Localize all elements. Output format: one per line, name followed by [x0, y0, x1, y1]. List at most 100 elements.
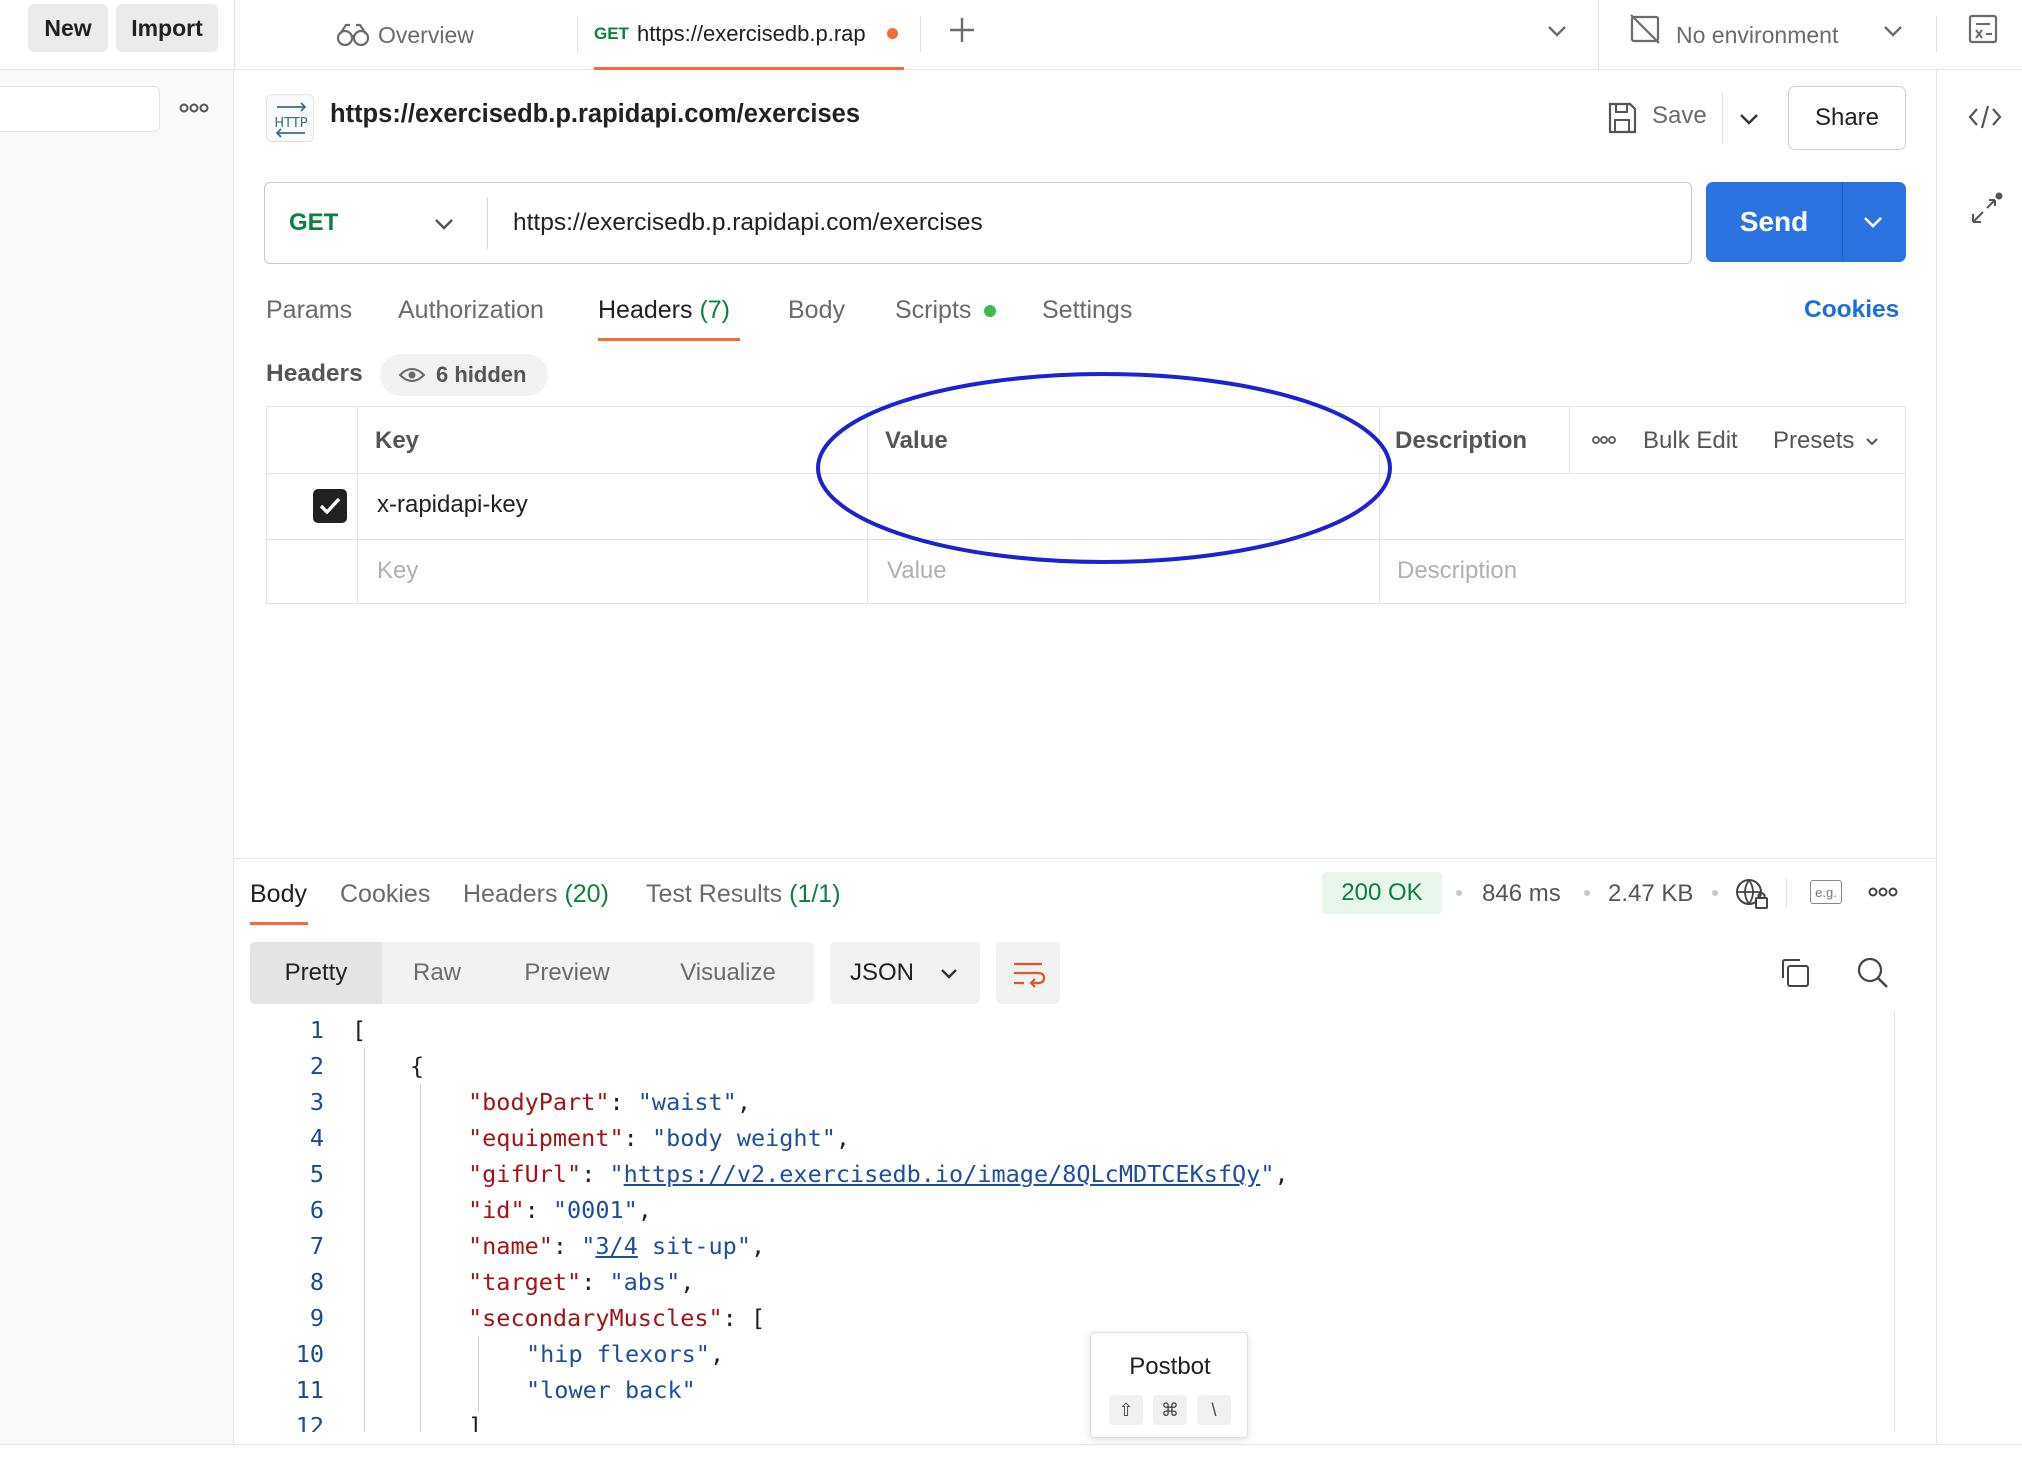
response-tab-headers[interactable]: Headers (20) — [463, 880, 609, 909]
json-value: "hip flexors" — [526, 1340, 710, 1368]
code-scrollbar[interactable] — [1894, 1012, 1916, 1432]
tab-request-active[interactable]: GET https://exercisedb.p.rap — [594, 0, 904, 70]
json-value: sit-up" — [637, 1232, 751, 1260]
send-button[interactable]: Send — [1706, 182, 1842, 262]
tab-divider-2 — [920, 16, 921, 52]
tab-headers-label: Headers — [598, 296, 693, 324]
col-line-1 — [357, 407, 358, 603]
new-tab-plus-icon[interactable] — [946, 14, 978, 46]
tab-body[interactable]: Body — [788, 296, 845, 325]
response-tab-test-results[interactable]: Test Results (1/1) — [646, 880, 841, 909]
bulk-edit-button[interactable]: Bulk Edit — [1643, 427, 1738, 455]
tab-headers[interactable]: Headers (7) — [598, 296, 730, 325]
url-input[interactable]: https://exercisedb.p.rapidapi.com/exerci… — [513, 209, 983, 237]
hidden-headers-label: 6 hidden — [436, 362, 527, 387]
hidden-headers-toggle[interactable]: 6 hidden — [380, 354, 548, 396]
format-dropdown[interactable]: JSON — [830, 942, 980, 1004]
save-button[interactable]: Save — [1652, 102, 1707, 130]
json-key: "id" — [468, 1196, 525, 1224]
annotation-ellipse — [816, 372, 1392, 564]
save-icon[interactable] — [1606, 100, 1638, 136]
wrap-lines-button[interactable] — [996, 942, 1060, 1004]
response-time[interactable]: 846 ms — [1482, 880, 1561, 908]
url-bar: GET https://exercisedb.p.rapidapi.com/ex… — [264, 182, 1692, 264]
top-bar: New Import Overview GET https://exercise… — [0, 0, 2022, 70]
postbot-title: Postbot — [1129, 1353, 1211, 1380]
tab-request-url: https://exercisedb.p.rap — [636, 20, 866, 46]
environment-chevron-icon[interactable] — [1878, 16, 1908, 46]
view-preview-button[interactable]: Preview — [492, 942, 642, 1004]
tab-scripts[interactable]: Scripts — [895, 296, 997, 325]
response-meta-divider — [1786, 878, 1787, 908]
send-options-chevron-icon[interactable] — [1858, 207, 1888, 237]
scripts-status-dot-icon — [984, 305, 997, 318]
postbot-tooltip: Postbot ⇧ ⌘ \ — [1090, 1332, 1248, 1438]
environment-label: No environment — [1676, 21, 1839, 48]
related-collections-icon[interactable] — [1967, 192, 2003, 228]
response-code-viewer[interactable]: 1 2 3 4 5 6 7 8 9 10 11 12 [ { "bodyPart… — [234, 1012, 1924, 1432]
response-tab-headers-label: Headers — [463, 880, 558, 908]
sidebar — [0, 70, 234, 1444]
response-tab-cookies[interactable]: Cookies — [340, 880, 430, 909]
column-header-description: Description — [1395, 427, 1528, 454]
response-more-icon[interactable] — [1868, 884, 1898, 900]
share-button[interactable]: Share — [1788, 86, 1906, 150]
environment-selector[interactable]: No environment — [1676, 0, 1838, 70]
new-description-input[interactable]: Description — [1397, 557, 1517, 585]
network-globe-lock-icon[interactable] — [1734, 876, 1770, 912]
table-more-icon[interactable] — [1591, 433, 1617, 447]
code-snippet-icon[interactable] — [1967, 102, 2003, 132]
save-divider — [1722, 92, 1723, 144]
response-size[interactable]: 2.47 KB — [1608, 880, 1693, 908]
new-button[interactable]: New — [28, 4, 108, 52]
tab-settings[interactable]: Settings — [1042, 296, 1132, 325]
shortcut-key-shift: ⇧ — [1109, 1395, 1143, 1425]
tabs-dropdown-chevron-icon[interactable] — [1542, 16, 1572, 46]
response-tab-tests-label: Test Results — [646, 880, 783, 908]
tab-authorization[interactable]: Authorization — [398, 296, 544, 325]
request-title[interactable]: https://exercisedb.p.rapidapi.com/exerci… — [330, 100, 860, 129]
response-tab-headers-count: (20) — [564, 880, 609, 908]
new-key-input[interactable]: Key — [377, 557, 418, 585]
tab-scripts-label: Scripts — [895, 296, 972, 324]
presets-dropdown[interactable]: Presets — [1773, 427, 1882, 455]
code-token: ] — [468, 1412, 483, 1432]
line-number: 8 — [309, 1268, 324, 1296]
header-row-checkbox[interactable] — [313, 489, 347, 523]
json-value-link[interactable]: 3/4 — [595, 1232, 637, 1260]
view-raw-button[interactable]: Raw — [382, 942, 492, 1004]
shortcut-key-cmd: ⌘ — [1153, 1395, 1187, 1425]
format-label: JSON — [850, 959, 915, 986]
response-tab-body[interactable]: Body — [250, 880, 307, 909]
save-as-example-icon[interactable]: e.g. — [1810, 880, 1842, 904]
copy-icon[interactable] — [1778, 956, 1812, 990]
method-chevron-icon[interactable] — [429, 209, 459, 239]
wrap-lines-icon — [1014, 962, 1046, 988]
status-badge[interactable]: 200 OK — [1322, 872, 1442, 914]
sidebar-more-icon[interactable] — [178, 98, 210, 118]
send-divider — [1842, 182, 1843, 262]
header-key-cell[interactable]: x-rapidapi-key — [377, 491, 528, 519]
gif-url-link[interactable]: https://v2.exercisedb.io/image/8QLcMDTCE… — [624, 1160, 1261, 1188]
save-options-chevron-icon[interactable] — [1734, 104, 1764, 134]
import-button[interactable]: Import — [116, 4, 218, 52]
response-divider — [234, 858, 1936, 859]
dot-separator-3 — [1712, 890, 1718, 896]
cookies-link[interactable]: Cookies — [1804, 296, 1899, 324]
environment-quick-look-icon[interactable] — [1966, 12, 2000, 46]
view-visualize-button[interactable]: Visualize — [642, 942, 814, 1004]
method-selector[interactable]: GET — [289, 209, 338, 237]
tab-overview[interactable]: Overview — [336, 0, 474, 70]
search-icon[interactable] — [1856, 956, 1890, 990]
line-number: 6 — [309, 1196, 324, 1224]
line-number: 9 — [309, 1304, 324, 1332]
response-tab-tests-count: (1/1) — [789, 880, 841, 908]
shortcut-key-backslash: \ — [1197, 1395, 1231, 1425]
tab-divider — [577, 16, 578, 52]
tab-params[interactable]: Params — [266, 296, 352, 325]
line-number: 3 — [309, 1088, 324, 1116]
view-mode-segmented: Pretty Raw Preview Visualize — [250, 942, 814, 1004]
sidebar-search-input[interactable] — [0, 86, 160, 132]
send-button-group: Send — [1706, 182, 1906, 262]
view-pretty-button[interactable]: Pretty — [250, 942, 382, 1004]
